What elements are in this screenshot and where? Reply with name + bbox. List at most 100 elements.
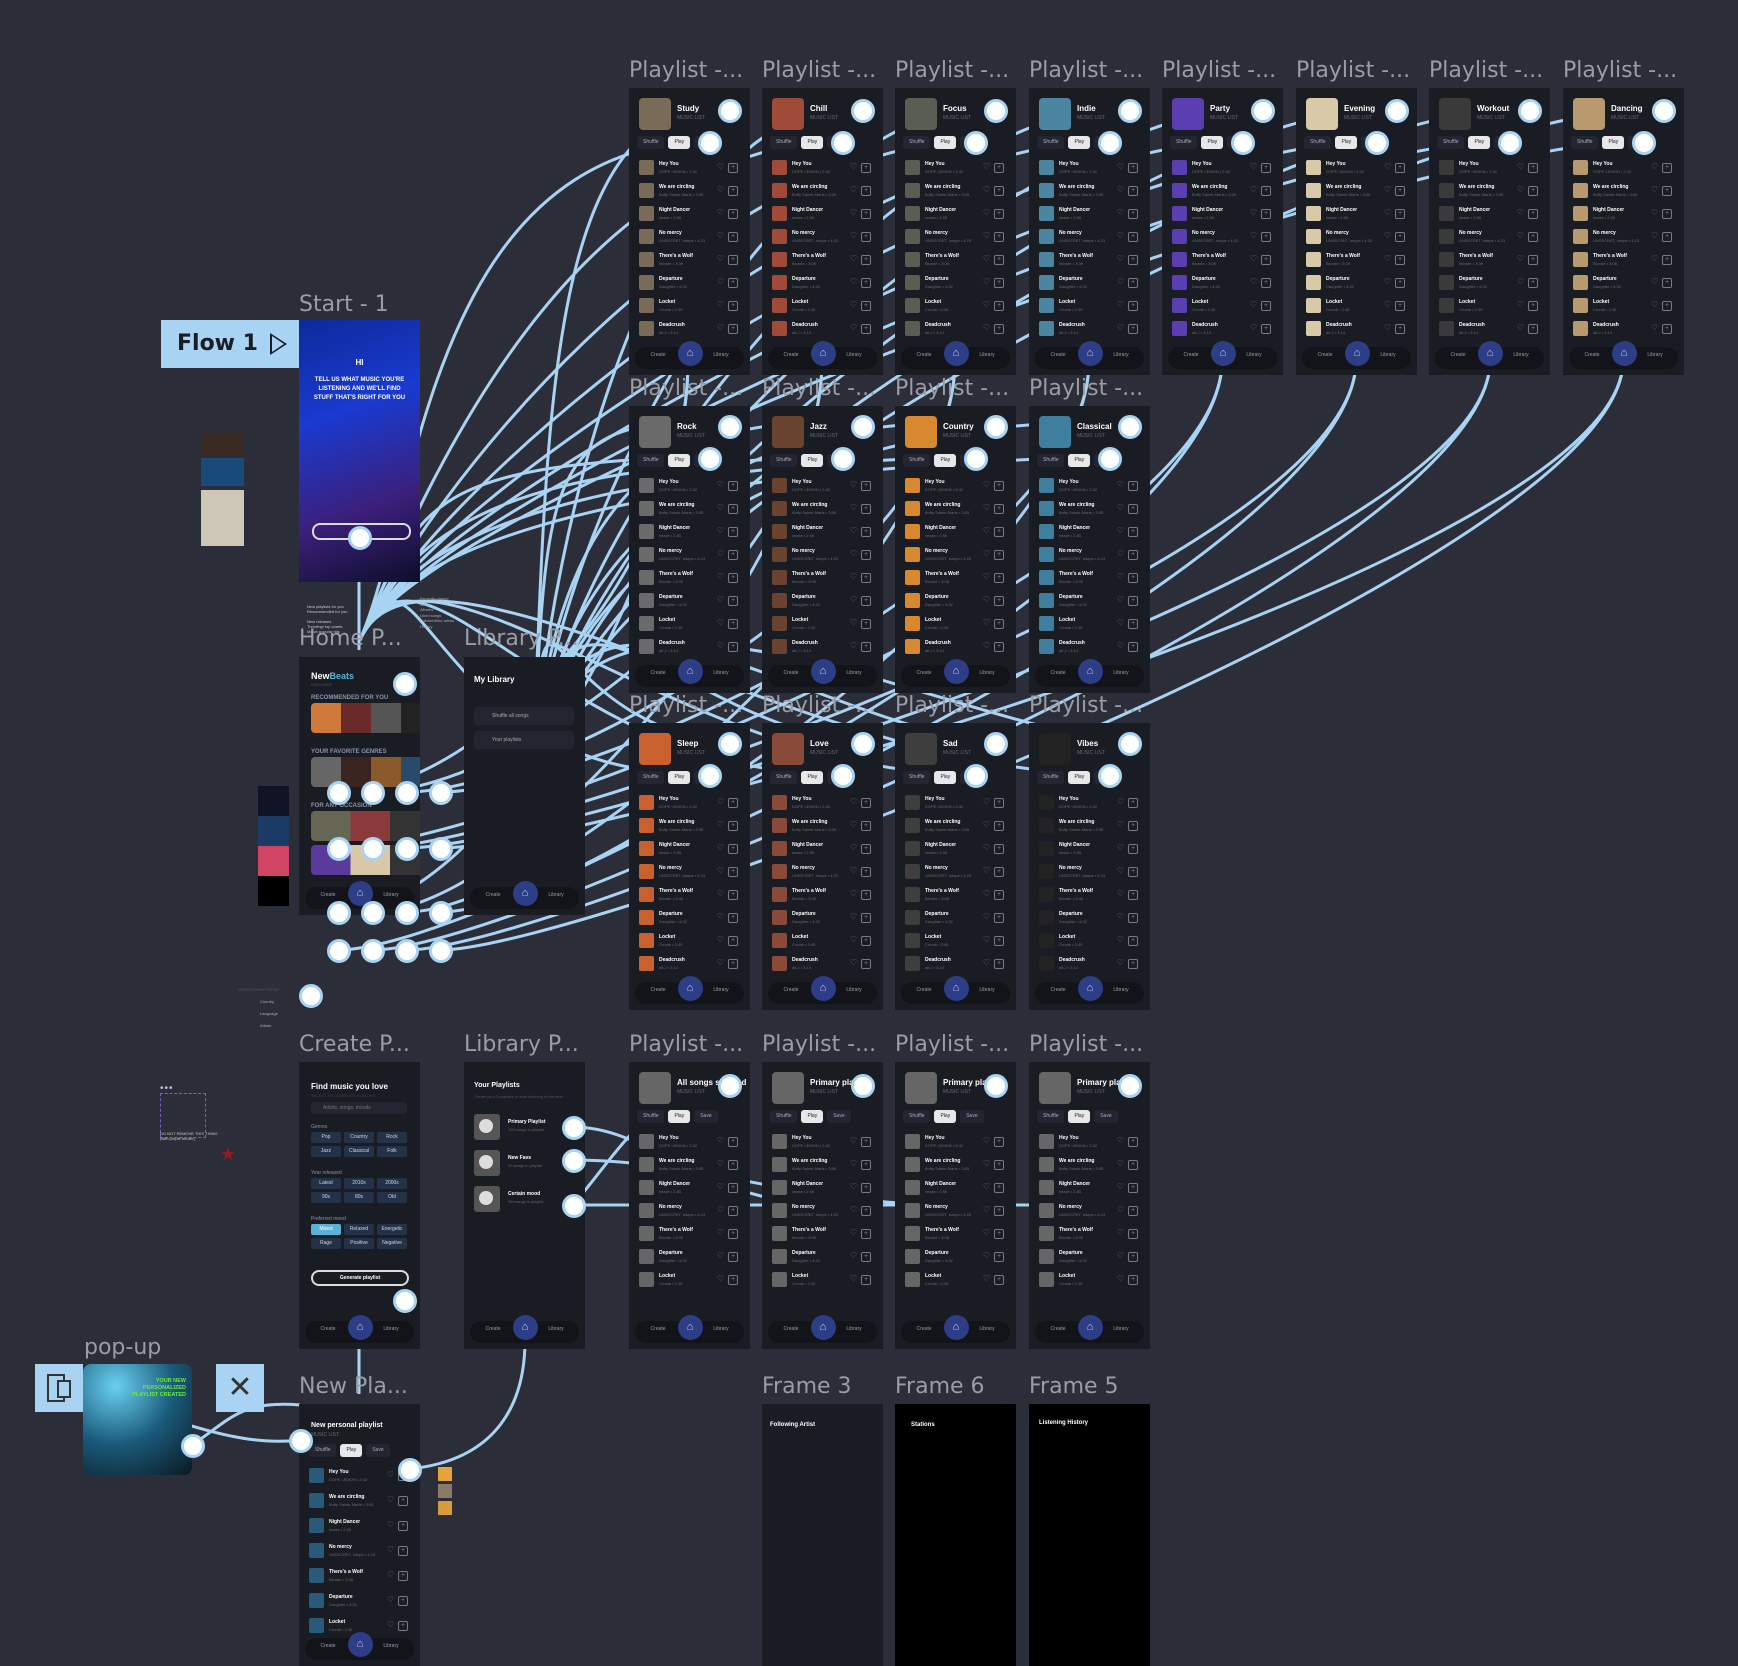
nav-create[interactable]: Create: [1176, 352, 1206, 358]
add-icon[interactable]: +: [728, 913, 738, 923]
frame-playlist[interactable]: Country MUSIC LIST Shuffle Play Save Cre…: [895, 406, 1016, 693]
heart-icon[interactable]: ♡: [850, 185, 857, 194]
heart-icon[interactable]: ♡: [717, 1274, 724, 1283]
connection-node[interactable]: [698, 764, 722, 788]
add-icon[interactable]: +: [861, 232, 871, 242]
song-row[interactable]: Night Dancer imase • 2:56 ♡ +: [639, 841, 742, 859]
home-icon[interactable]: ⌂: [1611, 341, 1637, 366]
frame-stations[interactable]: Stations: [895, 1404, 1016, 1666]
add-icon[interactable]: +: [728, 481, 738, 491]
add-icon[interactable]: +: [994, 844, 1004, 854]
add-icon[interactable]: +: [1395, 324, 1405, 334]
nav-create[interactable]: Create: [478, 1326, 508, 1332]
song-row[interactable]: Departure Daughter • 4:32 ♡ +: [639, 593, 742, 611]
connection-node[interactable]: [327, 939, 351, 963]
heart-icon[interactable]: ♡: [983, 480, 990, 489]
nav-library[interactable]: Library: [972, 352, 1002, 358]
connection-node[interactable]: [831, 764, 855, 788]
heart-icon[interactable]: ♡: [1117, 480, 1124, 489]
heart-icon[interactable]: ♡: [1517, 208, 1524, 217]
song-row[interactable]: Departure Daughter • 4:32 ♡ +: [905, 1249, 1008, 1267]
heart-icon[interactable]: ♡: [983, 1182, 990, 1191]
play-button[interactable]: Play: [1468, 136, 1491, 149]
song-row[interactable]: Departure Daughter • 4:32 ♡ +: [1172, 275, 1275, 293]
add-icon[interactable]: +: [994, 550, 1004, 560]
add-icon[interactable]: +: [994, 255, 1004, 265]
song-row[interactable]: There's a Wolf Blonde • 3:08 ♡ +: [639, 1226, 742, 1244]
heart-icon[interactable]: ♡: [983, 185, 990, 194]
song-row[interactable]: We are circling Buffy Sainte-Marie • 3:0…: [905, 183, 1008, 201]
connection-node[interactable]: [698, 131, 722, 155]
add-icon[interactable]: +: [1261, 163, 1271, 173]
song-row[interactable]: No mercy UNSECRET, iotope • 4:23 ♡ +: [772, 864, 875, 882]
add-icon[interactable]: +: [1128, 255, 1138, 265]
song-row[interactable]: We are circling Buffy Sainte-Marie • 3:0…: [639, 1157, 742, 1175]
heart-icon[interactable]: ♡: [1517, 185, 1524, 194]
add-icon[interactable]: +: [994, 798, 1004, 808]
shuffle-button[interactable]: Shuffle: [903, 1110, 931, 1123]
add-icon[interactable]: +: [1128, 1183, 1138, 1193]
nav-library[interactable]: Library: [1106, 352, 1136, 358]
heart-icon[interactable]: ♡: [850, 526, 857, 535]
heart-icon[interactable]: ♡: [850, 1274, 857, 1283]
song-row[interactable]: We are circling Buffy Sainte-Marie • 3:0…: [1439, 183, 1542, 201]
song-row[interactable]: Night Dancer imase • 2:56 ♡ +: [1039, 206, 1142, 224]
nav-library[interactable]: Library: [1506, 352, 1536, 358]
add-icon[interactable]: +: [861, 844, 871, 854]
nav-create[interactable]: Create: [313, 892, 343, 898]
nav-library[interactable]: Library: [1106, 670, 1136, 676]
song-row[interactable]: No mercy UNSECRET, iotope • 4:23 ♡ +: [1039, 1203, 1142, 1221]
song-row[interactable]: Locket Crumb • 2:45 ♡ +: [639, 933, 742, 951]
heart-icon[interactable]: ♡: [983, 889, 990, 898]
add-icon[interactable]: +: [1662, 301, 1672, 311]
home-icon[interactable]: ⌂: [1210, 341, 1236, 366]
add-icon[interactable]: +: [994, 1206, 1004, 1216]
add-icon[interactable]: +: [861, 1229, 871, 1239]
heart-icon[interactable]: ♡: [1117, 300, 1124, 309]
connection-node[interactable]: [327, 837, 351, 861]
heart-icon[interactable]: ♡: [717, 935, 724, 944]
connection-node[interactable]: [1365, 131, 1389, 155]
connection-node[interactable]: [327, 781, 351, 805]
nav-library[interactable]: Library: [1106, 1326, 1136, 1332]
add-icon[interactable]: +: [728, 1275, 738, 1285]
nav-create[interactable]: Create: [643, 1326, 673, 1332]
heart-icon[interactable]: ♡: [850, 323, 857, 332]
heart-icon[interactable]: ♡: [1117, 1136, 1124, 1145]
song-row[interactable]: Locket Crumb • 2:45 ♡ +: [639, 1272, 742, 1290]
song-row[interactable]: Deadcrush alt-J • 3:14 ♡ +: [905, 321, 1008, 339]
song-row[interactable]: We are circling Buffy Sainte-Marie • 3:0…: [905, 1157, 1008, 1175]
add-icon[interactable]: +: [994, 619, 1004, 629]
song-row[interactable]: No mercy UNSECRET, iotope • 4:23 ♡ +: [1306, 229, 1409, 247]
add-icon[interactable]: +: [1528, 186, 1538, 196]
song-row[interactable]: No mercy UNSECRET, iotope • 4:23 ♡ +: [772, 229, 875, 247]
add-icon[interactable]: +: [728, 163, 738, 173]
song-row[interactable]: We are circling Buffy Sainte-Marie • 3:0…: [772, 183, 875, 201]
shuffle-button[interactable]: Shuffle: [1037, 1110, 1065, 1123]
song-row[interactable]: Night Dancer imase • 2:56 ♡ +: [1039, 1180, 1142, 1198]
heart-icon[interactable]: ♡: [1651, 162, 1658, 171]
song-row[interactable]: We are circling Buffy Sainte-Marie • 3:0…: [905, 818, 1008, 836]
song-row[interactable]: Deadcrush alt-J • 3:14 ♡ +: [1039, 321, 1142, 339]
add-icon[interactable]: +: [1128, 936, 1138, 946]
add-icon[interactable]: +: [861, 798, 871, 808]
heart-icon[interactable]: ♡: [1117, 843, 1124, 852]
song-row[interactable]: There's a Wolf Blonde • 3:08 ♡ +: [772, 1226, 875, 1244]
filter-chip-positive[interactable]: Positive: [344, 1238, 374, 1249]
save-button[interactable]: Save: [827, 1110, 851, 1123]
song-row[interactable]: We are circling Buffy Sainte-Marie • 3:0…: [639, 183, 742, 201]
add-icon[interactable]: +: [1261, 278, 1271, 288]
add-icon[interactable]: +: [1128, 573, 1138, 583]
song-row[interactable]: Hey You DOPE LEMON • 2:42 ♡ +: [1439, 160, 1542, 178]
song-row[interactable]: Night Dancer imase • 2:56 ♡ +: [772, 1180, 875, 1198]
heart-icon[interactable]: ♡: [1517, 323, 1524, 332]
song-row[interactable]: There's a Wolf Blonde • 3:08 ♡ +: [1172, 252, 1275, 270]
song-row[interactable]: There's a Wolf Blonde • 3:08 ♡ +: [1039, 570, 1142, 588]
connection-node[interactable]: [718, 415, 742, 439]
heart-icon[interactable]: ♡: [850, 797, 857, 806]
frame-playlist[interactable]: Evening MUSIC LIST Shuffle Play Save Cre…: [1296, 88, 1417, 375]
shuffle-button[interactable]: Shuffle: [1037, 454, 1065, 467]
song-row[interactable]: Deadcrush alt-J • 3:14 ♡ +: [772, 639, 875, 657]
home-icon[interactable]: ⌂: [677, 1315, 703, 1340]
add-icon[interactable]: +: [861, 1137, 871, 1147]
